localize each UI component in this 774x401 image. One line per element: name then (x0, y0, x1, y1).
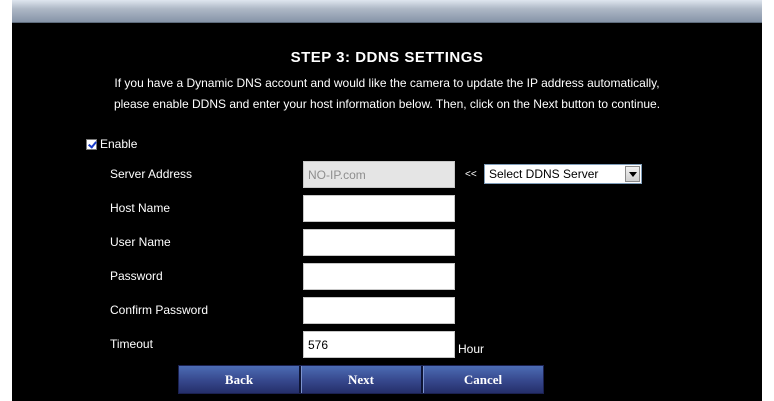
top-bar (12, 0, 762, 23)
timeout-label: Timeout (110, 337, 153, 351)
enable-row[interactable]: Enable (86, 137, 137, 151)
timeout-field[interactable] (303, 331, 455, 358)
timeout-unit: Hour (458, 342, 485, 356)
chevron-down-icon[interactable] (625, 166, 640, 182)
button-bar: Back Next Cancel (178, 365, 544, 394)
user-name-field[interactable] (303, 229, 455, 256)
enable-checkbox[interactable] (86, 138, 97, 150)
ddns-server-select[interactable]: Select DDNS Server (484, 164, 642, 184)
server-address-label: Server Address (110, 167, 193, 181)
password-field[interactable] (303, 263, 455, 290)
host-name-field[interactable] (303, 195, 455, 222)
description-line-1: If you have a Dynamic DNS account and wo… (114, 76, 660, 90)
left-border (0, 0, 12, 401)
user-name-label: User Name (110, 235, 171, 249)
right-border (762, 0, 774, 401)
confirm-password-field[interactable] (303, 297, 455, 324)
page-title: STEP 3: DDNS SETTINGS (290, 49, 484, 66)
host-name-label: Host Name (110, 201, 171, 215)
back-button[interactable]: Back (179, 366, 299, 393)
select-arrows: << (465, 169, 477, 180)
cancel-button[interactable]: Cancel (421, 366, 543, 393)
description-line-2: please enable DDNS and enter your host i… (113, 97, 661, 111)
next-button[interactable]: Next (299, 366, 421, 393)
ddns-server-selected: Select DDNS Server (489, 167, 599, 181)
enable-label: Enable (100, 137, 138, 151)
password-label: Password (110, 269, 163, 283)
confirm-password-label: Confirm Password (110, 303, 209, 317)
server-address-field[interactable] (303, 161, 455, 188)
